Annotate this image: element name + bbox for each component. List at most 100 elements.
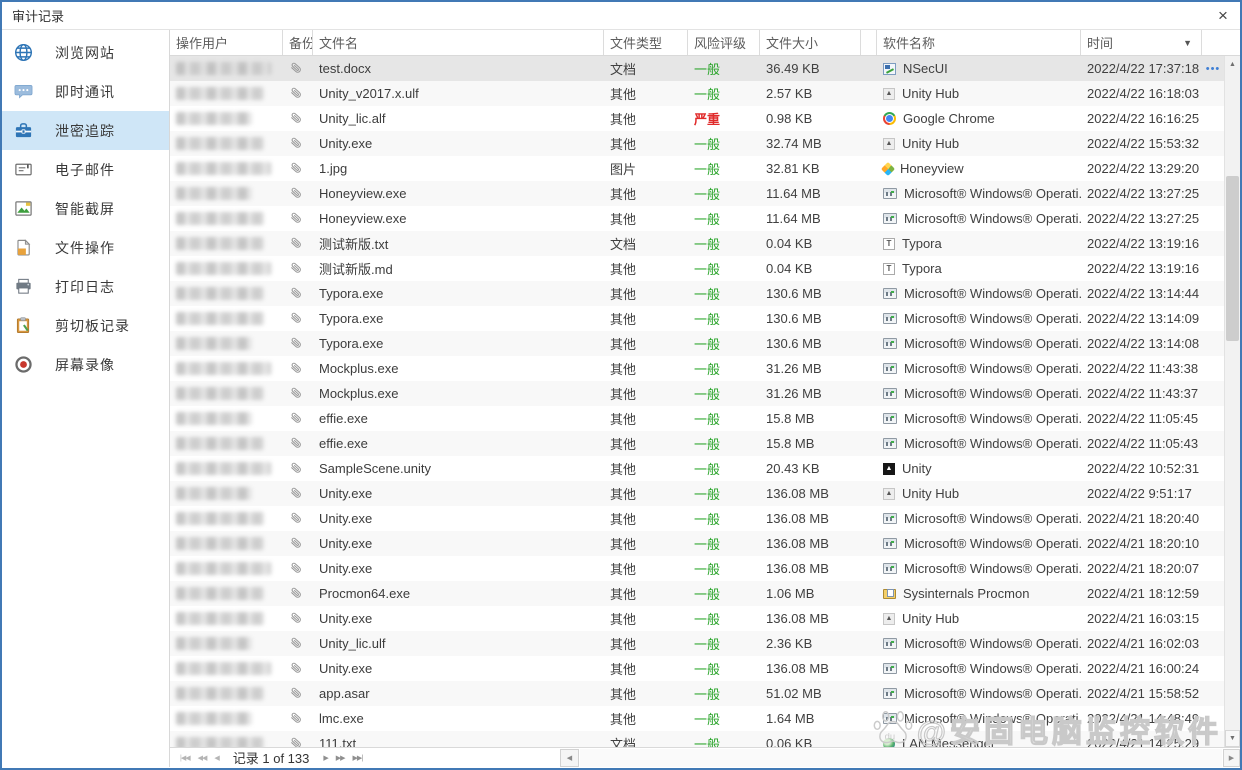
sidebar-item-print-log[interactable]: 打印日志 <box>2 267 169 306</box>
page-last-button[interactable]: ▶▶| <box>349 754 367 762</box>
row-actions-button[interactable] <box>1202 281 1224 306</box>
row-actions-button[interactable] <box>1202 256 1224 281</box>
row-actions-button[interactable] <box>1202 106 1224 131</box>
row-actions-button[interactable] <box>1202 156 1224 181</box>
table-row[interactable]: effie.exe 其他 一般 15.8 MB Microsoft® Windo… <box>170 406 1224 431</box>
row-actions-button[interactable]: ••• <box>1202 56 1224 81</box>
scroll-up-icon[interactable]: ▲ <box>1225 56 1240 73</box>
table-row[interactable]: Unity.exe 其他 一般 136.08 MB Microsoft® Win… <box>170 531 1224 556</box>
col-header-backup[interactable]: 备份 <box>283 30 313 55</box>
page-forward-button[interactable]: ▶▶ <box>332 754 349 762</box>
file-size: 130.6 MB <box>760 281 861 306</box>
sidebar-item-label: 打印日志 <box>55 277 115 297</box>
window-title: 审计记录 <box>2 6 64 25</box>
table-row[interactable]: Unity_lic.alf 其他 严重 0.98 KB Google Chrom… <box>170 106 1224 131</box>
row-actions-button[interactable] <box>1202 531 1224 556</box>
table-row[interactable]: 测试新版.txt 文档 一般 0.04 KB Typora 2022/4/22 … <box>170 231 1224 256</box>
page-next-button[interactable]: ▶ <box>319 754 331 762</box>
row-actions-button[interactable] <box>1202 606 1224 631</box>
sidebar-item-browse-web[interactable]: 浏览网站 <box>2 33 169 72</box>
vertical-scrollbar[interactable]: ▲ ▼ <box>1224 56 1240 747</box>
row-actions-button[interactable] <box>1202 356 1224 381</box>
row-actions-button[interactable] <box>1202 681 1224 706</box>
row-actions-button[interactable] <box>1202 231 1224 256</box>
row-actions-button[interactable] <box>1202 556 1224 581</box>
row-actions-button[interactable] <box>1202 481 1224 506</box>
table-row[interactable]: Unity.exe 其他 一般 136.08 MB Unity Hub 2022… <box>170 481 1224 506</box>
table-row[interactable]: Unity.exe 其他 一般 136.08 MB Unity Hub 2022… <box>170 606 1224 631</box>
col-header-software[interactable]: 软件名称 <box>877 30 1081 55</box>
row-actions-button[interactable] <box>1202 731 1224 747</box>
table-row[interactable]: 1.jpg 图片 一般 32.81 KB Honeyview 2022/4/22… <box>170 156 1224 181</box>
table-row[interactable]: Honeyview.exe 其他 一般 11.64 MB Microsoft® … <box>170 181 1224 206</box>
row-actions-button[interactable] <box>1202 306 1224 331</box>
table-row[interactable]: Unity.exe 其他 一般 32.74 MB Unity Hub 2022/… <box>170 131 1224 156</box>
col-header-user[interactable]: 操作用户 <box>170 30 283 55</box>
unityhub-icon <box>883 138 895 150</box>
risk-rating: 一般 <box>688 581 760 606</box>
col-header-filesize[interactable]: 文件大小 <box>760 30 861 55</box>
row-actions-button[interactable] <box>1202 131 1224 156</box>
file-size: 1.64 MB <box>760 706 861 731</box>
table-row[interactable]: effie.exe 其他 一般 15.8 MB Microsoft® Windo… <box>170 431 1224 456</box>
page-rewind-button[interactable]: ◀◀ <box>194 754 211 762</box>
table-row[interactable]: Mockplus.exe 其他 一般 31.26 MB Microsoft® W… <box>170 356 1224 381</box>
row-actions-button[interactable] <box>1202 631 1224 656</box>
table-row[interactable]: test.docx 文档 一般 36.49 KB NSecUI 2022/4/2… <box>170 56 1224 81</box>
row-actions-button[interactable] <box>1202 381 1224 406</box>
table-row[interactable]: Unity.exe 其他 一般 136.08 MB Microsoft® Win… <box>170 656 1224 681</box>
row-actions-button[interactable] <box>1202 181 1224 206</box>
row-actions-button[interactable] <box>1202 431 1224 456</box>
table-row[interactable]: Typora.exe 其他 一般 130.6 MB Microsoft® Win… <box>170 281 1224 306</box>
table-row[interactable]: Procmon64.exe 其他 一般 1.06 MB Sysinternals… <box>170 581 1224 606</box>
table-row[interactable]: Honeyview.exe 其他 一般 11.64 MB Microsoft® … <box>170 206 1224 231</box>
page-prev-button[interactable]: ◀ <box>210 754 222 762</box>
col-header-time[interactable]: 时间▼ <box>1081 30 1202 55</box>
hscroll-right-icon[interactable]: ▶ <box>1223 749 1240 767</box>
col-header-filename[interactable]: 文件名 <box>313 30 604 55</box>
col-header-filetype[interactable]: 文件类型 <box>604 30 688 55</box>
row-actions-button[interactable] <box>1202 506 1224 531</box>
row-actions-button[interactable] <box>1202 331 1224 356</box>
software-name: Unity Hub <box>902 136 959 151</box>
table-row[interactable]: Unity_lic.ulf 其他 一般 2.36 KB Microsoft® W… <box>170 631 1224 656</box>
row-actions-button[interactable] <box>1202 581 1224 606</box>
sidebar-item-screen-record[interactable]: 屏幕录像 <box>2 345 169 384</box>
table-row[interactable]: SampleScene.unity 其他 一般 20.43 KB Unity 2… <box>170 456 1224 481</box>
table-row[interactable]: lmc.exe 其他 一般 1.64 MB Microsoft® Windows… <box>170 706 1224 731</box>
table-row[interactable]: Typora.exe 其他 一般 130.6 MB Microsoft® Win… <box>170 331 1224 356</box>
sidebar-item-smart-capture[interactable]: 智能截屏 <box>2 189 169 228</box>
software-name: Typora <box>902 261 942 276</box>
page-first-button[interactable]: |◀◀ <box>176 754 194 762</box>
row-actions-button[interactable] <box>1202 406 1224 431</box>
table-row[interactable]: Unity.exe 其他 一般 136.08 MB Microsoft® Win… <box>170 506 1224 531</box>
sort-filter-icon[interactable]: ▼ <box>1180 37 1195 49</box>
col-header-risk[interactable]: 风险评级 <box>688 30 760 55</box>
scroll-down-icon[interactable]: ▼ <box>1225 730 1240 747</box>
horizontal-scroll-track[interactable] <box>580 749 1222 767</box>
sidebar-item-im[interactable]: 即时通讯 <box>2 72 169 111</box>
row-actions-button[interactable] <box>1202 81 1224 106</box>
sidebar-item-email[interactable]: 电子邮件 <box>2 150 169 189</box>
sidebar-item-clipboard[interactable]: 剪切板记录 <box>2 306 169 345</box>
redacted-username <box>176 637 252 650</box>
row-actions-button[interactable] <box>1202 456 1224 481</box>
table-row[interactable]: Unity.exe 其他 一般 136.08 MB Microsoft® Win… <box>170 556 1224 581</box>
winos-icon <box>883 413 897 424</box>
row-actions-button[interactable] <box>1202 656 1224 681</box>
paperclip-icon <box>288 135 305 152</box>
table-row[interactable]: Unity_v2017.x.ulf 其他 一般 2.57 KB Unity Hu… <box>170 81 1224 106</box>
row-actions-button[interactable] <box>1202 706 1224 731</box>
table-row[interactable]: 测试新版.md 其他 一般 0.04 KB Typora 2022/4/22 1… <box>170 256 1224 281</box>
hscroll-left-icon[interactable]: ◀ <box>560 749 579 767</box>
sidebar-item-file-ops[interactable]: 文件操作 <box>2 228 169 267</box>
table-row[interactable]: app.asar 其他 一般 51.02 MB Microsoft® Windo… <box>170 681 1224 706</box>
table-row[interactable]: Mockplus.exe 其他 一般 31.26 MB Microsoft® W… <box>170 381 1224 406</box>
file-type: 其他 <box>604 531 688 556</box>
row-actions-button[interactable] <box>1202 206 1224 231</box>
table-row[interactable]: 111.txt 文档 一般 0.06 KB LAN Messenger 2022… <box>170 731 1224 747</box>
vertical-scroll-thumb[interactable] <box>1226 176 1239 341</box>
close-icon[interactable]: × <box>1206 2 1240 30</box>
table-row[interactable]: Typora.exe 其他 一般 130.6 MB Microsoft® Win… <box>170 306 1224 331</box>
sidebar-item-leak-trace[interactable]: 泄密追踪 <box>2 111 169 150</box>
